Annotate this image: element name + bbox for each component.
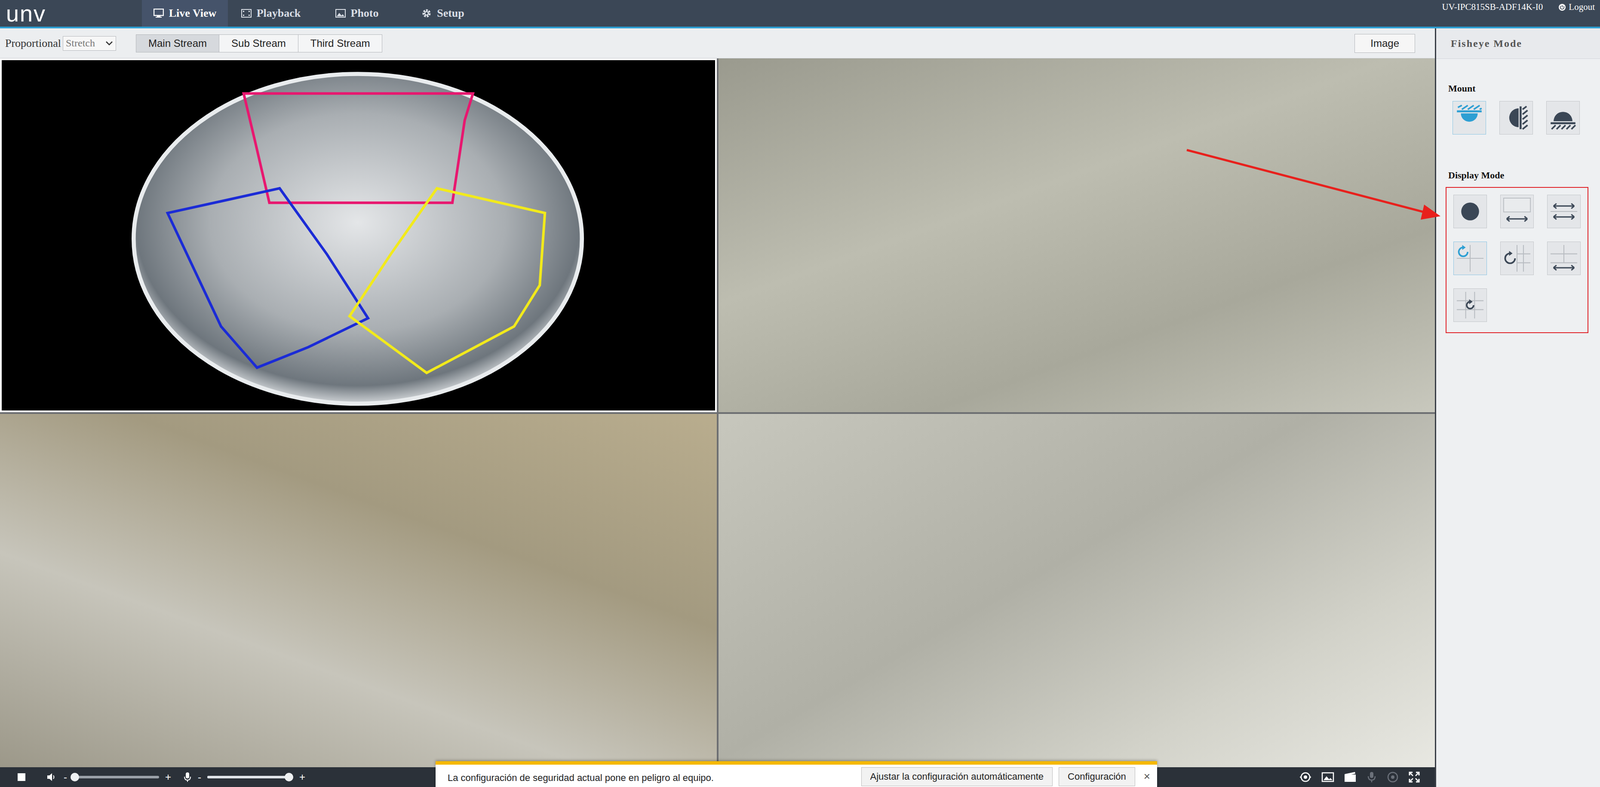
logout-label: Logout: [1568, 1, 1595, 13]
video-grid: [0, 58, 1435, 768]
snapshot-icon[interactable]: [1321, 771, 1335, 784]
panel-title: Fisheye Mode: [1450, 37, 1523, 50]
speaker-slider[interactable]: [73, 776, 160, 779]
main-nav: Live View Playback Photo Setup: [141, 0, 486, 27]
logout-link[interactable]: Logout: [1558, 1, 1595, 13]
dewarped-view[interactable]: [0, 414, 717, 768]
decrease-button[interactable]: -: [196, 771, 203, 784]
device-model: UV-IPC815SB-ADF14K-I0: [1441, 1, 1543, 13]
nav-tab-label: Live View: [168, 6, 217, 20]
fisheye-image: [0, 58, 717, 413]
slider-knob[interactable]: [70, 773, 80, 782]
nav-tab-label: Setup: [436, 6, 465, 20]
header-right: UV-IPC815SB-ADF14K-I0 Logout: [1441, 0, 1600, 13]
monitor-icon: [153, 8, 164, 19]
annotation-arrow-icon: [0, 0, 1600, 787]
nav-tab[interactable]: Photo: [313, 0, 400, 27]
photo-icon: [335, 9, 346, 18]
increase-button[interactable]: +: [163, 771, 173, 784]
fisheye-8ptz-mode-icon[interactable]: [1453, 288, 1487, 323]
warning-text: La configuración de seguridad actual pon…: [447, 767, 856, 784]
security-warning: La configuración de seguridad actual pon…: [435, 761, 1158, 787]
nav-tab[interactable]: Setup: [399, 0, 486, 27]
desktop-mount-icon[interactable]: [1546, 101, 1580, 135]
ptz-icon: [1386, 771, 1399, 784]
ratio-value: Stretch: [65, 37, 96, 50]
microphone-icon[interactable]: [183, 771, 192, 784]
stream-label: Sub Stream: [231, 37, 286, 50]
mount-label: Mount: [1436, 82, 1600, 95]
stop-icon[interactable]: [17, 773, 26, 782]
stream-label: Third Stream: [310, 37, 371, 50]
double-panorama-mode-icon[interactable]: [1547, 194, 1581, 229]
proportional-label: Proportional: [5, 36, 62, 50]
decrease-button[interactable]: -: [61, 771, 69, 784]
toolbar: ProportionalStretch Main Stream Sub Stream…: [0, 28, 1435, 59]
logo: unv: [0, 1, 142, 25]
chevron-down-icon: [105, 40, 114, 47]
image-button-label: Image: [1370, 37, 1400, 50]
stream-switch: Main Stream Sub Stream Third Stream: [135, 34, 383, 53]
nav-tab-label: Playback: [256, 6, 301, 20]
ptz-region[interactable]: [349, 188, 545, 373]
panorama-grid-mode-icon[interactable]: [1547, 241, 1581, 276]
dewarped-view[interactable]: [718, 414, 1436, 768]
increase-button[interactable]: +: [297, 771, 308, 784]
main-area: ProportionalStretch Main Stream Sub Stream…: [0, 28, 1600, 787]
display-mode-label: Display Mode: [1436, 169, 1600, 182]
nav-tab[interactable]: Live View: [141, 0, 228, 27]
configuration-button[interactable]: Configuración: [1058, 767, 1136, 787]
talk-icon: [1366, 771, 1378, 784]
speaker-icon[interactable]: [46, 772, 58, 783]
fisheye-panel: Fisheye Mode Mount Display Mode: [1434, 28, 1600, 787]
nav-tab[interactable]: Playback: [227, 0, 314, 27]
stream-label: Main Stream: [148, 37, 207, 50]
fullscreen-icon[interactable]: [1408, 771, 1421, 784]
record-icon[interactable]: [1343, 771, 1357, 784]
mic-level: [207, 776, 289, 779]
fisheye-grid-mode-icon[interactable]: [1500, 241, 1534, 276]
fisheye-icon[interactable]: [1299, 771, 1312, 784]
panel-header: Fisheye Mode: [1436, 28, 1600, 59]
ceiling-mount-icon[interactable]: [1452, 101, 1487, 135]
ptz-region[interactable]: [243, 93, 473, 203]
gear-icon: [421, 8, 432, 19]
top-bar: unv Live View Playback Photo Setup UV-IPC815S…: [0, 0, 1600, 29]
ptz-region[interactable]: [167, 188, 369, 368]
slider-knob[interactable]: [284, 773, 294, 782]
stream-button[interactable]: Third Stream: [297, 34, 383, 53]
mic-slider[interactable]: [207, 776, 294, 779]
dewarped-view[interactable]: [718, 58, 1436, 413]
wall-mount-icon[interactable]: [1499, 101, 1533, 135]
fisheye-3ptz-mode-icon[interactable]: [1453, 241, 1487, 276]
auto-adjust-button[interactable]: Ajustar la configuración automáticamente: [861, 767, 1054, 787]
live-area: ProportionalStretch Main Stream Sub Stream…: [0, 28, 1435, 787]
fisheye-view[interactable]: [0, 58, 717, 413]
ratio-select[interactable]: Stretch: [62, 36, 117, 51]
tool-icons: [1299, 771, 1421, 784]
image-button[interactable]: Image: [1354, 33, 1416, 53]
panorama-mode-icon[interactable]: [1500, 194, 1534, 229]
power-icon: [1558, 3, 1567, 12]
fisheye-mode-icon[interactable]: [1453, 194, 1487, 229]
close-button[interactable]: ×: [1141, 767, 1152, 784]
film-icon: [241, 9, 252, 18]
stream-button[interactable]: Sub Stream: [218, 34, 298, 53]
mount-options: [1436, 101, 1600, 135]
display-mode-options: [1445, 187, 1589, 334]
stream-button[interactable]: Main Stream: [136, 34, 219, 53]
nav-tab-label: Photo: [350, 6, 379, 20]
